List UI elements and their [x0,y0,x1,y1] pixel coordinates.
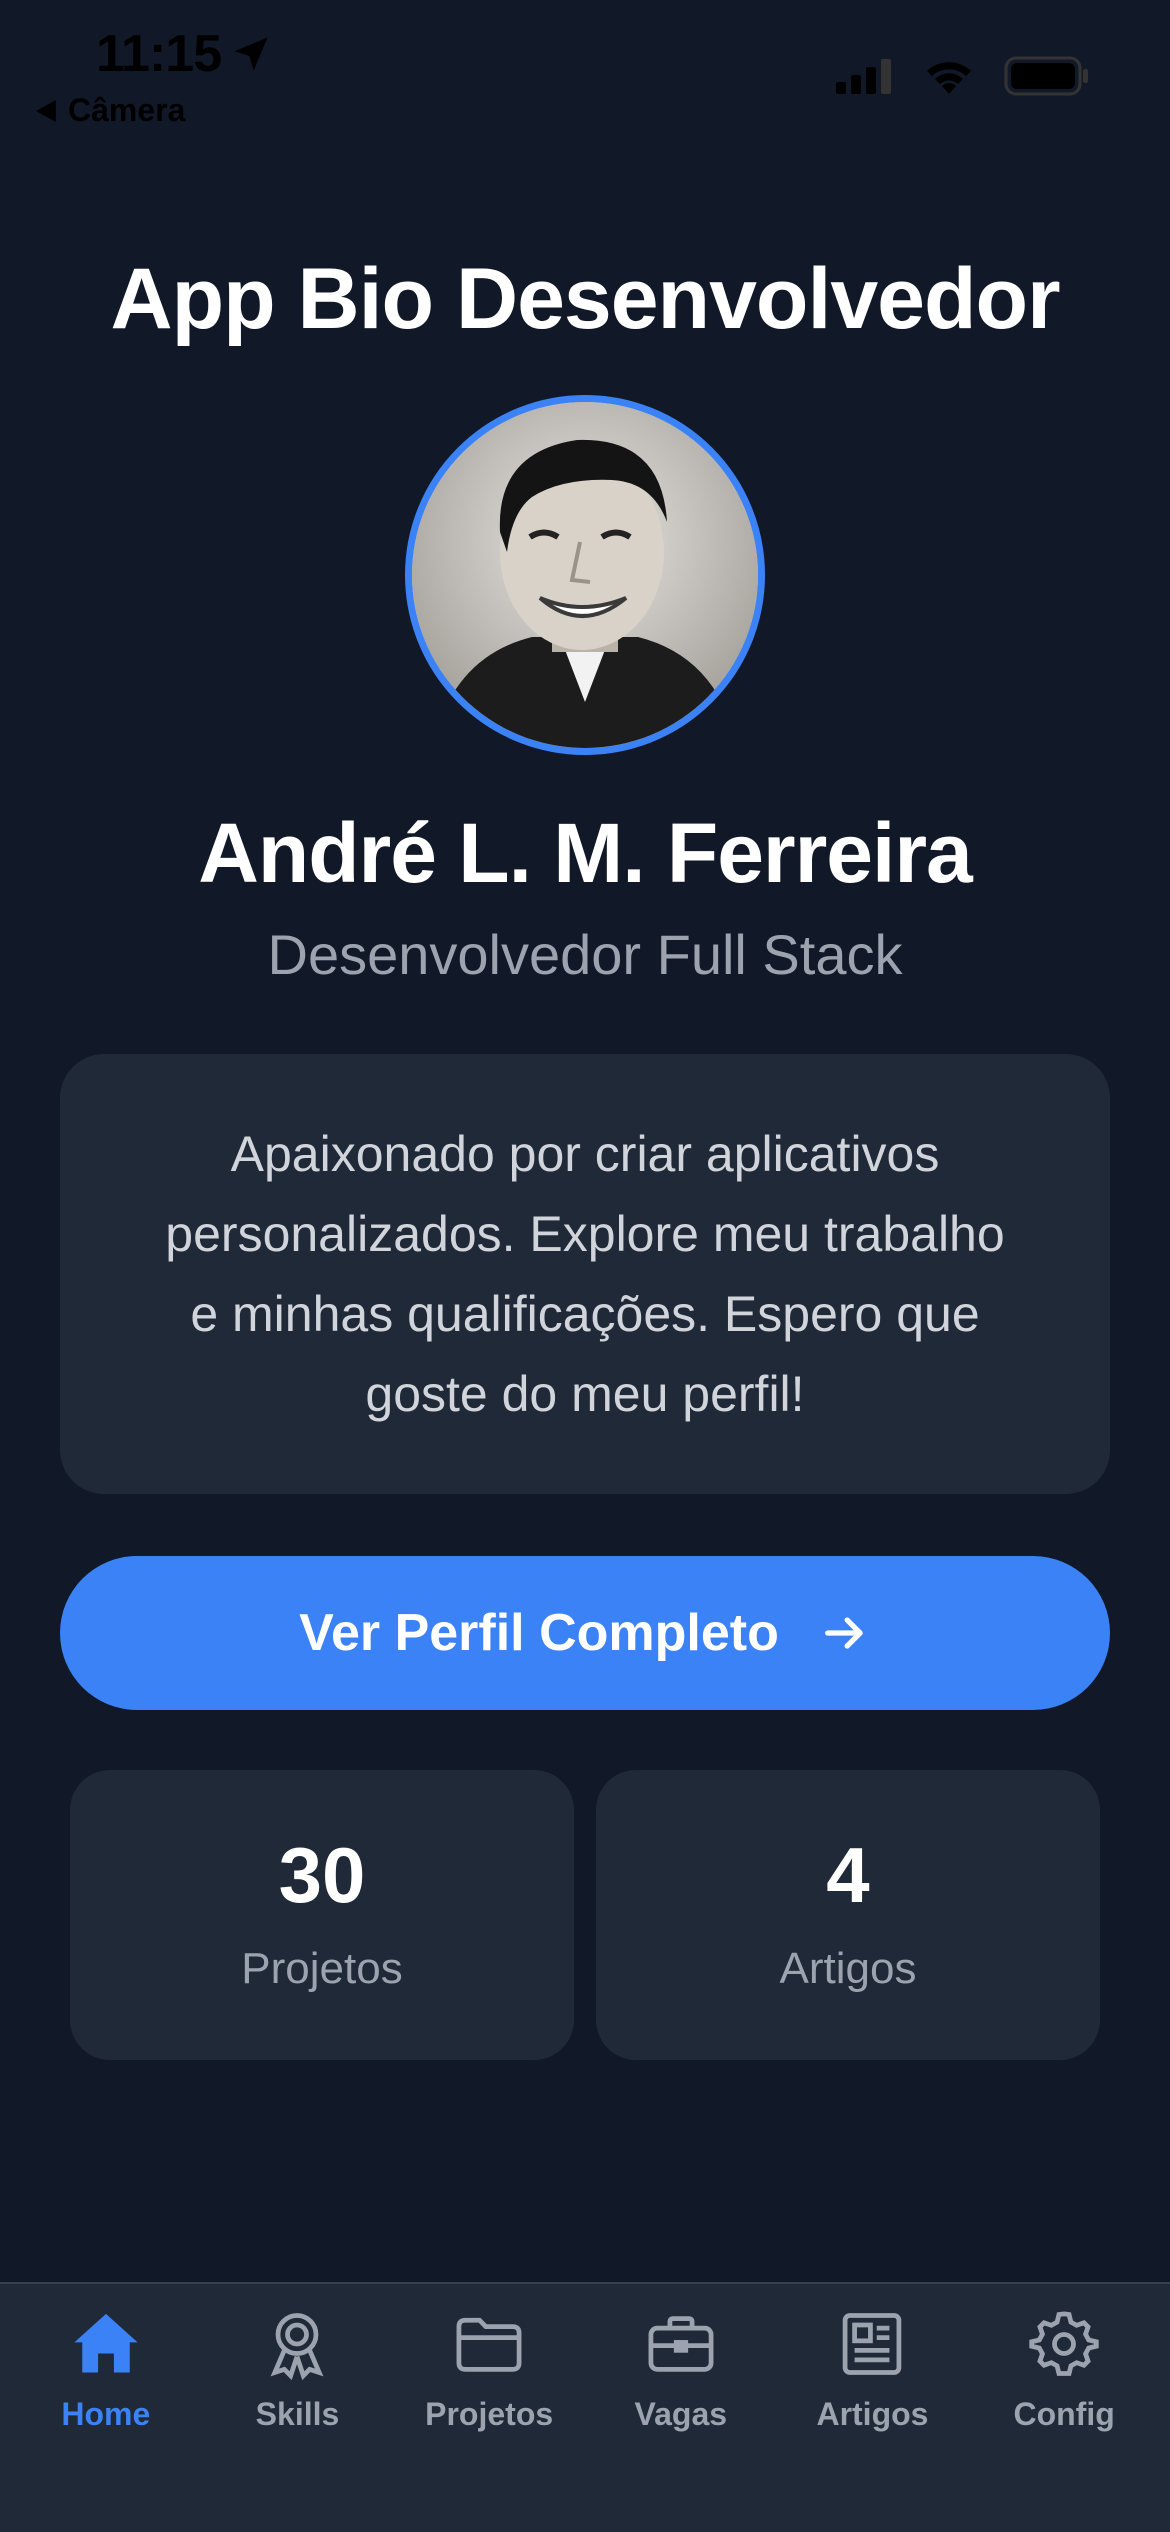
stat-value: 30 [278,1831,366,1919]
cellular-signal-icon [836,59,891,94]
arrow-right-icon [824,1617,863,1649]
tab-skills[interactable]: Skills [207,2304,387,2532]
bio-card: Apaixonado por criar aplicativos persona… [60,1054,1110,1494]
stat-card-articles[interactable]: 4 Artigos [596,1770,1100,2060]
tab-label: Home [61,2396,151,2432]
tab-label: Config [1013,2396,1115,2432]
tab-label: Artigos [816,2396,929,2432]
briefcase-icon [641,2304,721,2384]
battery-icon [1004,56,1088,96]
view-full-profile-label: Ver Perfil Completo [299,1604,779,1662]
stat-label: Artigos [779,1944,917,1993]
tab-projects[interactable]: Projetos [399,2304,579,2532]
gear-icon [1024,2304,1104,2384]
status-time-text: 11:15 [96,25,222,83]
tab-label: Skills [255,2396,340,2432]
home-screen: 11:15 Câmera App Bio Desenvolvedor André… [0,0,1170,2532]
award-icon [257,2304,337,2384]
bottom-tab-bar: Home Skills Projetos Vagas Artigos Confi… [0,2282,1170,2532]
stat-value: 4 [826,1831,870,1919]
folder-icon [449,2304,529,2384]
wifi-icon [927,62,971,94]
back-to-camera-link[interactable]: Câmera [36,92,185,129]
back-camera-label: Câmera [68,92,186,128]
app-title: App Bio Desenvolvedor [110,251,1060,347]
avatar-photo [412,402,758,748]
stat-label: Projetos [241,1944,403,1993]
status-time: 11:15 [96,24,273,84]
profile-role: Desenvolvedor Full Stack [267,923,903,986]
back-triangle-icon [36,99,56,122]
tab-config[interactable]: Config [974,2304,1154,2532]
tab-jobs[interactable]: Vagas [591,2304,771,2532]
location-arrow-icon [234,37,268,71]
tab-articles[interactable]: Artigos [782,2304,962,2532]
tab-label: Projetos [425,2396,554,2432]
avatar [405,395,765,755]
tab-home[interactable]: Home [16,2304,196,2532]
newspaper-icon [832,2304,912,2384]
profile-name: André L. M. Ferreira [198,806,973,900]
home-icon [66,2304,146,2384]
bio-text: Apaixonado por criar aplicativos persona… [165,1126,1005,1422]
status-icons [836,56,1090,96]
view-full-profile-button[interactable]: Ver Perfil Completo [60,1556,1110,1710]
tab-label: Vagas [634,2396,728,2432]
stat-card-projects[interactable]: 30 Projetos [70,1770,574,2060]
